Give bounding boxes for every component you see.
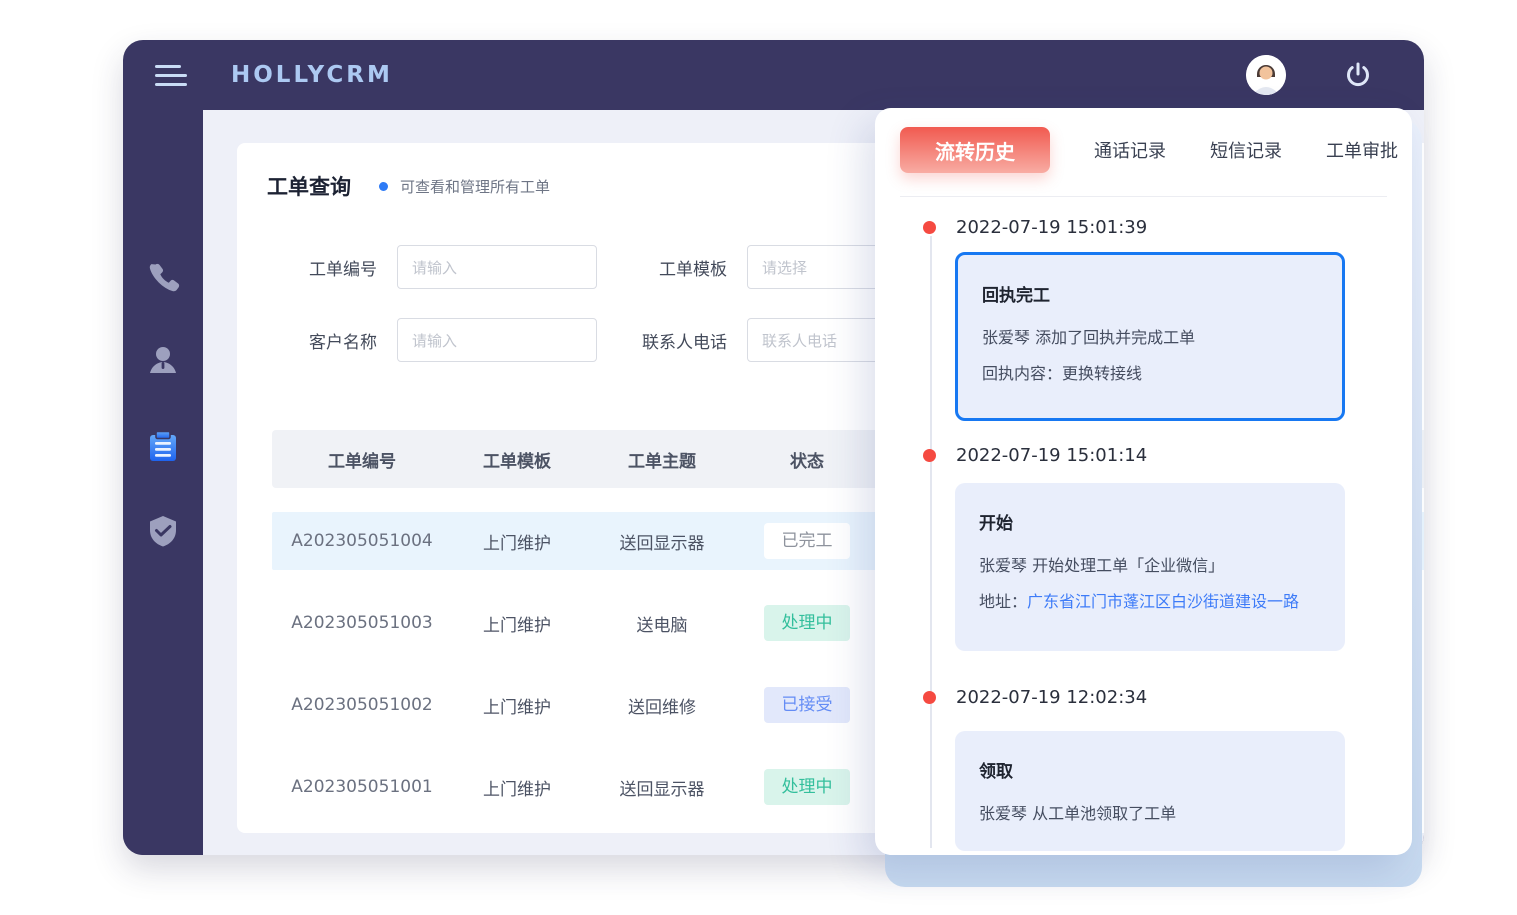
row-subject: 送回显示器 <box>582 529 742 554</box>
col-template: 工单模板 <box>452 447 582 472</box>
timeline-date-row: 2022-07-19 15:01:39 <box>923 217 1147 238</box>
filter-label-template: 工单模板 <box>597 255 727 280</box>
clipboard-icon <box>144 428 182 470</box>
row-subject: 送回显示器 <box>582 775 742 800</box>
filter-label-phone: 联系人电话 <box>597 328 727 353</box>
sidebar-item-security[interactable] <box>123 509 203 557</box>
timeline-card-claim[interactable]: 领取 张爱琴 从工单池领取了工单 <box>955 731 1345 851</box>
customer-placeholder: 请输入 <box>412 330 457 351</box>
status-badge: 处理中 <box>764 605 850 641</box>
shield-check-icon <box>145 513 181 553</box>
filter-label-order-id: 工单编号 <box>237 255 377 280</box>
topbar-right <box>1246 40 1424 110</box>
row-template: 上门维护 <box>452 693 582 718</box>
status-badge: 已完工 <box>764 523 850 559</box>
address-label: 地址： <box>979 584 1027 620</box>
timeline-date: 2022-07-19 12:02:34 <box>956 687 1147 708</box>
phone-icon <box>145 260 181 300</box>
row-order-id: A202305051001 <box>272 777 452 797</box>
timeline-card-line: 张爱琴 开始处理工单「企业微信」 <box>979 548 1321 584</box>
row-order-id: A202305051002 <box>272 695 452 715</box>
customer-name-input[interactable]: 请输入 <box>397 318 597 362</box>
tabs-divider <box>900 196 1387 197</box>
row-template: 上门维护 <box>452 529 582 554</box>
row-subject: 送回维修 <box>582 693 742 718</box>
timeline-dot-icon <box>923 449 936 462</box>
timeline-card-title: 开始 <box>979 509 1321 534</box>
sidebar-item-contacts[interactable] <box>123 338 203 386</box>
sidebar-item-workorders-active[interactable] <box>123 425 203 473</box>
row-template: 上门维护 <box>452 611 582 636</box>
brand-logo: HOLLYCRM <box>231 62 393 88</box>
timeline-card-line: 张爱琴 添加了回执并完成工单 <box>982 320 1318 356</box>
menu-icon[interactable] <box>155 59 189 92</box>
timeline-date-row: 2022-07-19 12:02:34 <box>923 687 1147 708</box>
power-icon[interactable] <box>1342 59 1374 91</box>
status-badge: 处理中 <box>764 769 850 805</box>
tab-flow-history[interactable]: 流转历史 <box>900 127 1050 173</box>
timeline-date: 2022-07-19 15:01:14 <box>956 445 1147 466</box>
row-subject: 送电脑 <box>582 611 742 636</box>
sidebar <box>123 110 203 855</box>
col-status: 状态 <box>742 447 872 472</box>
timeline-card-title: 领取 <box>979 757 1321 782</box>
row-template: 上门维护 <box>452 775 582 800</box>
filter-label-customer: 客户名称 <box>237 328 377 353</box>
timeline-card-start[interactable]: 开始 张爱琴 开始处理工单「企业微信」 地址： 广东省江门市蓬江区白沙街道建设一… <box>955 483 1345 651</box>
col-subject: 工单主题 <box>582 447 742 472</box>
timeline-dot-icon <box>923 221 936 234</box>
filter-row-2: 客户名称 请输入 联系人电话 联系人电话 <box>237 318 947 362</box>
row-order-id: A202305051003 <box>272 613 452 633</box>
page-title: 工单查询 <box>267 171 351 201</box>
timeline-card-line: 张爱琴 从工单池领取了工单 <box>979 796 1321 832</box>
template-placeholder: 请选择 <box>762 257 807 278</box>
timeline-date-row: 2022-07-19 15:01:14 <box>923 445 1147 466</box>
order-id-placeholder: 请输入 <box>412 257 457 278</box>
timeline-date: 2022-07-19 15:01:39 <box>956 217 1147 238</box>
phone-placeholder: 联系人电话 <box>762 330 837 351</box>
card-header: 工单查询 可查看和管理所有工单 <box>267 171 550 201</box>
sidebar-item-calls[interactable] <box>123 256 203 304</box>
order-id-input[interactable]: 请输入 <box>397 245 597 289</box>
timeline-card-title: 回执完工 <box>982 281 1318 306</box>
topbar: HOLLYCRM <box>123 40 1424 110</box>
col-order-id: 工单编号 <box>272 447 452 472</box>
panel-tabs: 流转历史 通话记录 短信记录 工单审批 <box>900 127 1398 173</box>
tab-call-records[interactable]: 通话记录 <box>1094 137 1166 163</box>
page-subtitle: 可查看和管理所有工单 <box>400 176 550 197</box>
history-panel: 流转历史 通话记录 短信记录 工单审批 2022-07-19 15:01:39 … <box>875 108 1412 855</box>
filter-row-1: 工单编号 请输入 工单模板 请选择 <box>237 245 947 289</box>
user-icon <box>145 342 181 382</box>
timeline-card-completed[interactable]: 回执完工 张爱琴 添加了回执并完成工单 回执内容：更换转接线 <box>955 252 1345 421</box>
address-link[interactable]: 广东省江门市蓬江区白沙街道建设一路 <box>1027 584 1299 620</box>
timeline-line <box>930 236 932 848</box>
tab-approval[interactable]: 工单审批 <box>1326 137 1398 163</box>
tab-sms-records[interactable]: 短信记录 <box>1210 137 1282 163</box>
timeline-dot-icon <box>923 691 936 704</box>
avatar[interactable] <box>1246 55 1286 95</box>
subtitle-dot-icon <box>379 182 388 191</box>
stage: HOLLYCRM <box>0 0 1517 915</box>
row-order-id: A202305051004 <box>272 531 452 551</box>
timeline-card-line: 回执内容：更换转接线 <box>982 356 1318 392</box>
timeline-address-row: 地址： 广东省江门市蓬江区白沙街道建设一路 <box>979 584 1321 620</box>
status-badge: 已接受 <box>764 687 850 723</box>
